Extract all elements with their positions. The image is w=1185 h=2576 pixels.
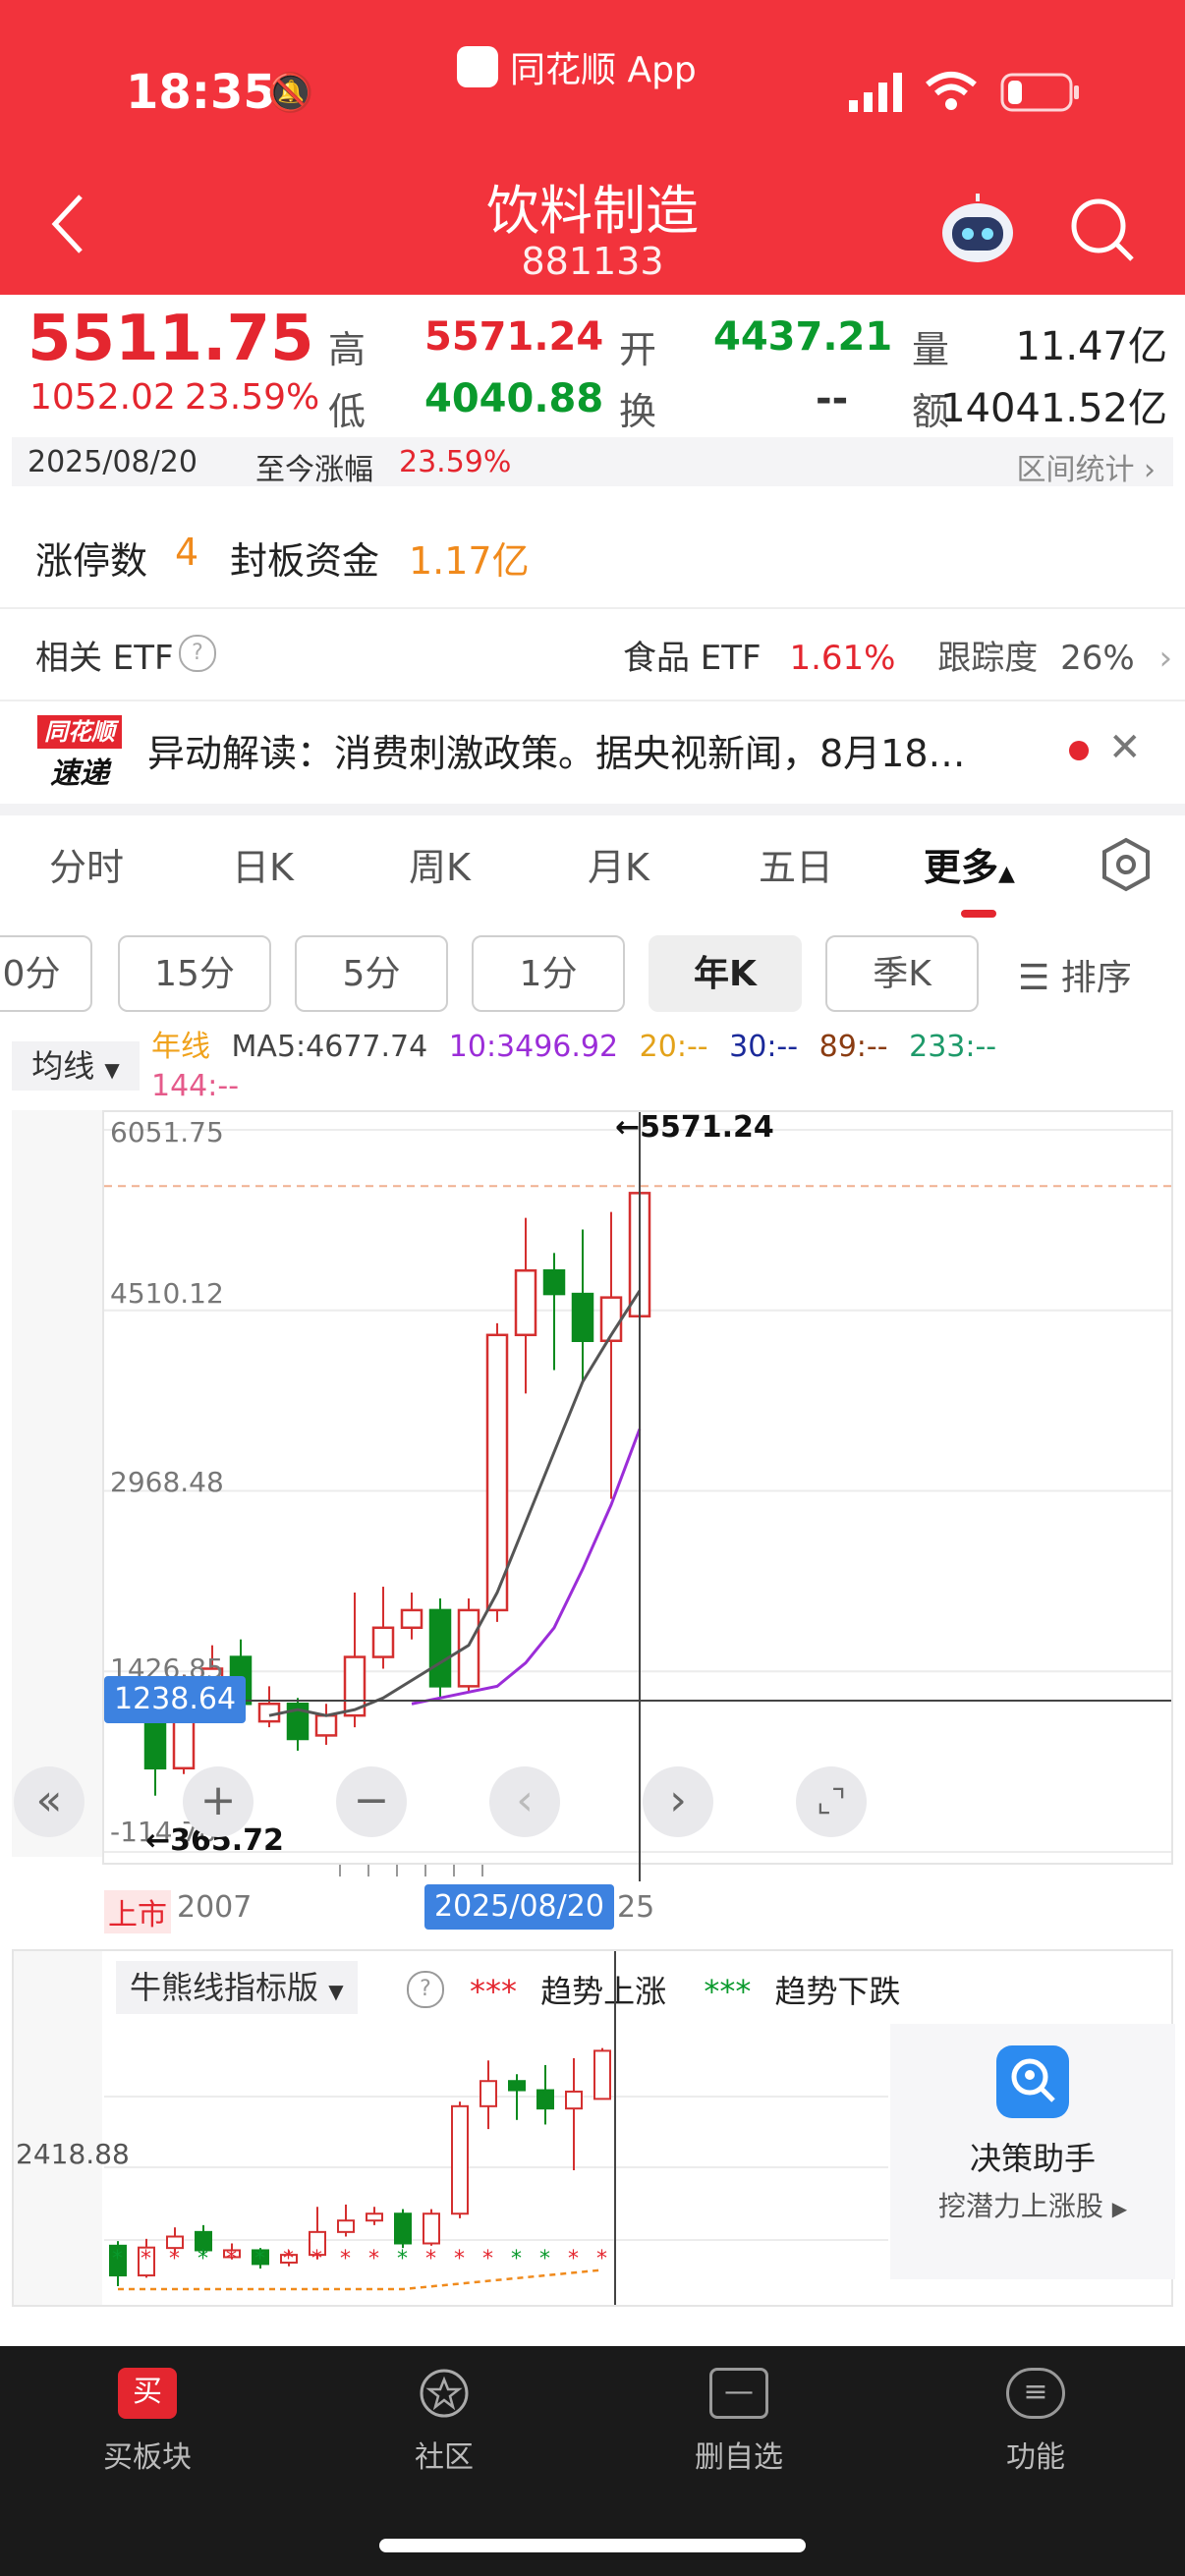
trend-marker: * bbox=[596, 2247, 607, 2271]
bottom-buy-sector[interactable]: 买 买板块 bbox=[59, 2368, 236, 2476]
candle-body bbox=[400, 1608, 423, 1630]
trend-marker: * bbox=[397, 2247, 408, 2271]
x-start-tag: 上市 bbox=[104, 1890, 171, 1933]
bottom-remove-label: 删自选 bbox=[695, 2440, 783, 2475]
bottom-community[interactable]: 社区 bbox=[356, 2368, 533, 2476]
trend-marker: * bbox=[568, 2247, 579, 2271]
menu-circle-icon: ≡ bbox=[1006, 2368, 1065, 2419]
sub-candle-body bbox=[337, 2219, 355, 2233]
trend-marker: * bbox=[198, 2247, 208, 2271]
trend-marker: * bbox=[340, 2247, 351, 2271]
y-label-top: 6051.75 bbox=[110, 1116, 224, 1148]
x-cursor-date: 2025/08/20 bbox=[424, 1884, 614, 1930]
zoom-out-button[interactable]: − bbox=[336, 1766, 407, 1837]
community-star-icon bbox=[415, 2368, 474, 2419]
trend-marker: * bbox=[311, 2247, 322, 2271]
candle-body bbox=[485, 1333, 509, 1612]
caret-right-icon: ▶ bbox=[1111, 2197, 1128, 2220]
buy-icon: 买 bbox=[118, 2368, 177, 2419]
candle-body bbox=[542, 1268, 566, 1296]
sub-candle-body bbox=[565, 2090, 583, 2110]
candle-body bbox=[371, 1626, 395, 1658]
sub-candle-body bbox=[423, 2212, 440, 2245]
trend-marker: * bbox=[539, 2247, 550, 2271]
trend-marker: * bbox=[169, 2247, 180, 2271]
high-marker-value: 5571.24 bbox=[640, 1110, 774, 1145]
trend-marker: * bbox=[482, 2247, 493, 2271]
bottom-community-label: 社区 bbox=[415, 2440, 474, 2475]
trend-marker: * bbox=[112, 2247, 123, 2271]
candle-body bbox=[571, 1292, 594, 1343]
sub-candle-body bbox=[593, 2049, 611, 2100]
scroll-left-button[interactable]: « bbox=[14, 1766, 85, 1837]
bottom-functions-label: 功能 bbox=[1006, 2440, 1065, 2475]
trend-marker: * bbox=[283, 2247, 294, 2271]
remove-icon: — bbox=[709, 2368, 768, 2419]
prev-button[interactable]: ‹ bbox=[489, 1766, 560, 1837]
trend-marker: * bbox=[226, 2247, 237, 2271]
assistant-icon bbox=[996, 2045, 1069, 2118]
fullscreen-button[interactable]: ⌞⌝ bbox=[796, 1766, 867, 1837]
trend-marker: * bbox=[254, 2247, 265, 2271]
sub-candle-body bbox=[451, 2104, 469, 2215]
assistant-subtitle: 挖潜力上涨股 ▶ bbox=[937, 2190, 1128, 2222]
x-start-year: 2007 bbox=[177, 1890, 253, 1925]
zoom-in-button[interactable]: + bbox=[183, 1766, 254, 1837]
assistant-title: 决策助手 bbox=[969, 2140, 1096, 2177]
next-button[interactable]: › bbox=[643, 1766, 713, 1837]
home-indicator bbox=[379, 2539, 806, 2552]
sub-candle-body bbox=[508, 2080, 526, 2092]
trend-marker: * bbox=[141, 2247, 151, 2271]
trend-marker: * bbox=[511, 2247, 522, 2271]
ma5-line bbox=[268, 1289, 642, 1717]
bull-bear-line bbox=[118, 2268, 603, 2291]
candle-body bbox=[257, 1702, 281, 1723]
bottom-remove-watchlist[interactable]: — 删自选 bbox=[650, 2368, 827, 2476]
y-label-2: 4510.12 bbox=[110, 1277, 224, 1310]
sub-candle-body bbox=[480, 2080, 497, 2107]
trend-marker: * bbox=[454, 2247, 465, 2271]
decision-assistant-card[interactable]: 决策助手 挖潜力上涨股 ▶ bbox=[890, 2024, 1175, 2279]
crosshair-value-tag: 1238.64 bbox=[104, 1676, 247, 1723]
sub-candle-body bbox=[366, 2212, 383, 2222]
y-label-3: 2968.48 bbox=[110, 1466, 224, 1498]
trend-marker: * bbox=[368, 2247, 379, 2271]
candle-body bbox=[428, 1608, 452, 1688]
bottom-functions[interactable]: ≡ 功能 bbox=[947, 2368, 1124, 2476]
bottom-buy-label: 买板块 bbox=[103, 2440, 192, 2475]
candle-body bbox=[514, 1268, 537, 1337]
x-end-label: 25 bbox=[617, 1890, 655, 1925]
sub-candle-body bbox=[394, 2212, 412, 2245]
trend-marker: * bbox=[425, 2247, 436, 2271]
candle-body bbox=[314, 1713, 338, 1737]
sub-candle-body bbox=[536, 2089, 554, 2110]
high-marker: ←5571.24 bbox=[615, 1110, 774, 1145]
